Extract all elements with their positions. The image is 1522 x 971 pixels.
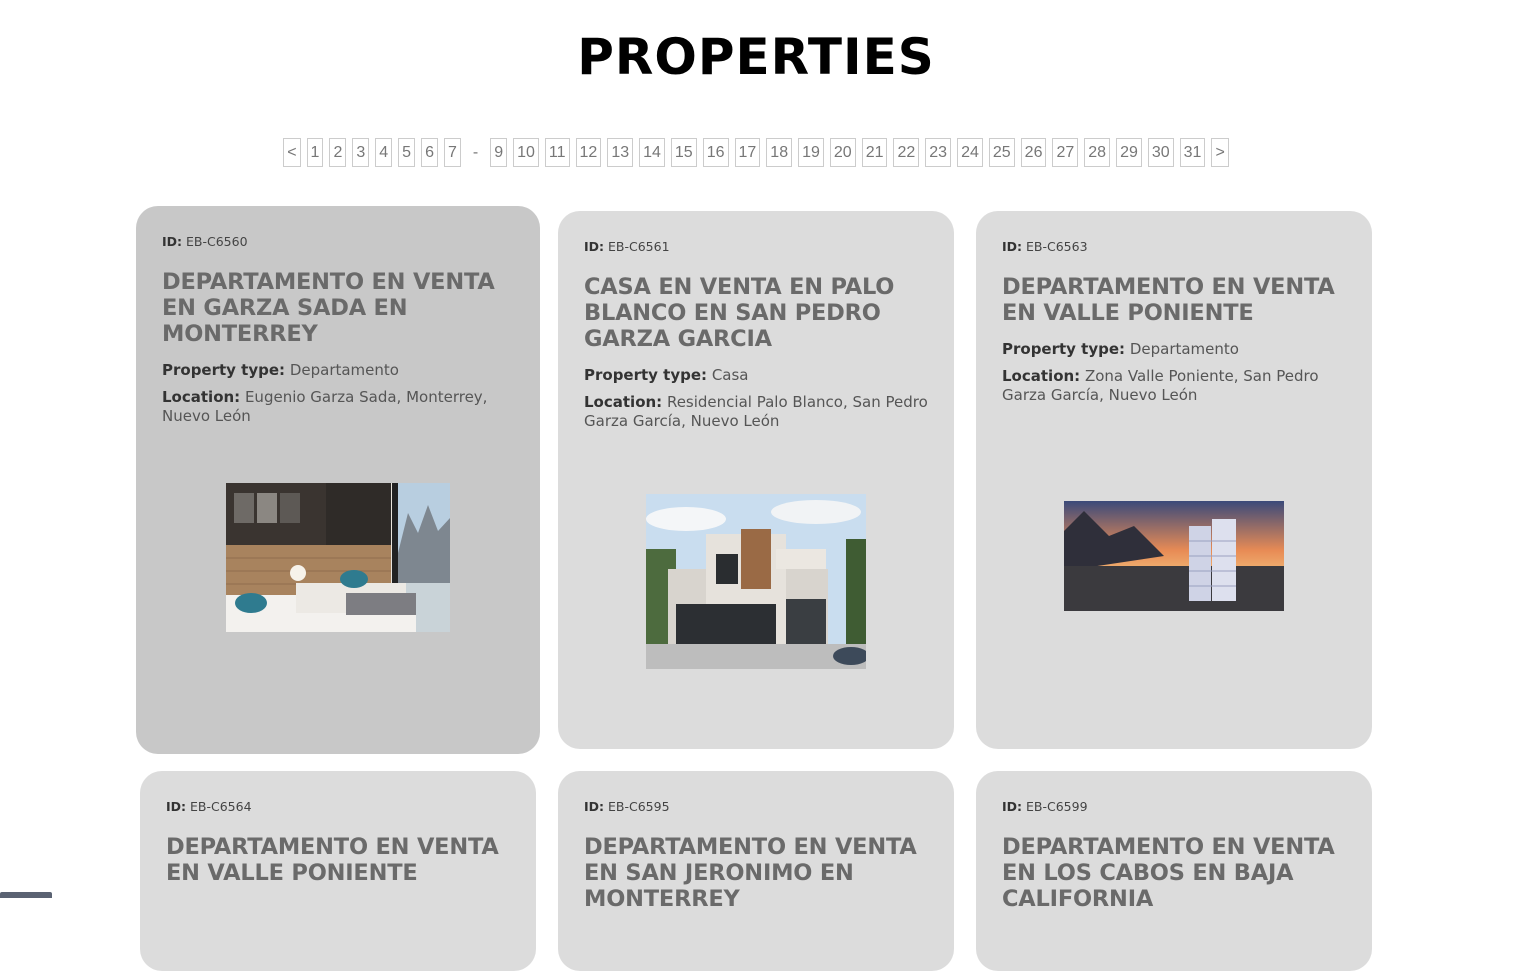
property-location: Location: Zona Valle Poniente, San Pedro… bbox=[1002, 367, 1346, 405]
page-button-9[interactable]: 9 bbox=[490, 138, 508, 167]
id-label: ID: bbox=[584, 239, 605, 254]
page-button-14[interactable]: 14 bbox=[639, 138, 665, 167]
page-button-18[interactable]: 18 bbox=[766, 138, 793, 167]
property-card[interactable]: ID: EB-C6560 DEPARTAMENTO EN VENTA EN GA… bbox=[136, 206, 540, 754]
tower-photo-image bbox=[1064, 501, 1284, 611]
property-id-value: EB-C6595 bbox=[608, 799, 670, 814]
page-button-6[interactable]: 6 bbox=[421, 138, 438, 167]
property-id: ID: EB-C6563 bbox=[1002, 239, 1346, 254]
pagination-separator: - bbox=[472, 143, 479, 161]
page-button-30[interactable]: 30 bbox=[1147, 138, 1174, 167]
page-button-17[interactable]: 17 bbox=[734, 138, 761, 167]
property-title[interactable]: DEPARTAMENTO EN VENTA EN VALLE PONIENTE bbox=[1002, 274, 1346, 326]
chat-widget-tab[interactable] bbox=[0, 892, 52, 898]
property-id: ID: EB-C6599 bbox=[1002, 799, 1346, 814]
page-button-23[interactable]: 23 bbox=[925, 138, 952, 167]
id-label: ID: bbox=[1002, 799, 1023, 814]
page-button-20[interactable]: 20 bbox=[829, 138, 856, 167]
property-type-label: Property type: bbox=[1002, 340, 1126, 358]
property-id: ID: EB-C6595 bbox=[584, 799, 928, 814]
location-label: Location: bbox=[162, 388, 241, 406]
property-type-label: Property type: bbox=[162, 361, 286, 379]
property-type: Property type: Departamento bbox=[1002, 340, 1346, 359]
page-title: PROPERTIES bbox=[577, 28, 935, 86]
property-location: Location: Residencial Palo Blanco, San P… bbox=[584, 393, 928, 431]
page-button-22[interactable]: 22 bbox=[893, 138, 920, 167]
page-button-12[interactable]: 12 bbox=[575, 138, 602, 167]
property-card[interactable]: ID: EB-C6564 DEPARTAMENTO EN VENTA EN VA… bbox=[140, 771, 536, 971]
property-title[interactable]: CASA EN VENTA EN PALO BLANCO EN SAN PEDR… bbox=[584, 274, 928, 352]
property-type-value: Departamento bbox=[1129, 340, 1239, 358]
property-title[interactable]: DEPARTAMENTO EN VENTA EN GARZA SADA EN M… bbox=[162, 269, 514, 347]
page-button-5[interactable]: 5 bbox=[398, 138, 416, 167]
property-title[interactable]: DEPARTAMENTO EN VENTA EN VALLE PONIENTE bbox=[166, 834, 510, 886]
property-photo-bedroom[interactable] bbox=[226, 483, 450, 632]
page-button-19[interactable]: 19 bbox=[798, 138, 824, 167]
page-button-27[interactable]: 27 bbox=[1052, 138, 1079, 167]
page-button-25[interactable]: 25 bbox=[988, 138, 1015, 167]
property-id-value: EB-C6563 bbox=[1026, 239, 1088, 254]
property-id-value: EB-C6560 bbox=[186, 234, 248, 249]
page-button-4[interactable]: 4 bbox=[375, 138, 393, 167]
page-button-3[interactable]: 3 bbox=[352, 138, 370, 167]
bedroom-photo-image bbox=[226, 483, 450, 632]
id-label: ID: bbox=[1002, 239, 1023, 254]
property-card[interactable]: ID: EB-C6563 DEPARTAMENTO EN VENTA EN VA… bbox=[976, 211, 1372, 749]
page-button-13[interactable]: 13 bbox=[607, 138, 634, 167]
house-photo-image bbox=[646, 494, 866, 669]
page-button-15[interactable]: 15 bbox=[670, 138, 697, 167]
id-label: ID: bbox=[162, 234, 183, 249]
page-button-2[interactable]: 2 bbox=[329, 138, 347, 167]
property-photo-house[interactable] bbox=[646, 494, 866, 669]
property-title[interactable]: DEPARTAMENTO EN VENTA EN LOS CABOS EN BA… bbox=[1002, 834, 1346, 912]
pagination: < 1 2 3 4 5 6 7 - 9 10 11 12 13 14 15 16… bbox=[0, 138, 1512, 167]
property-id: ID: EB-C6560 bbox=[162, 234, 514, 249]
page-button-21[interactable]: 21 bbox=[861, 138, 888, 167]
page-button-24[interactable]: 24 bbox=[957, 138, 983, 167]
page-button-28[interactable]: 28 bbox=[1084, 138, 1111, 167]
property-card[interactable]: ID: EB-C6599 DEPARTAMENTO EN VENTA EN LO… bbox=[976, 771, 1372, 971]
page-button-10[interactable]: 10 bbox=[513, 138, 539, 167]
property-id-value: EB-C6561 bbox=[608, 239, 670, 254]
location-label: Location: bbox=[584, 393, 663, 411]
property-card[interactable]: ID: EB-C6561 CASA EN VENTA EN PALO BLANC… bbox=[558, 211, 954, 749]
page-button-29[interactable]: 29 bbox=[1116, 138, 1142, 167]
property-id-value: EB-C6599 bbox=[1026, 799, 1088, 814]
property-id: ID: EB-C6561 bbox=[584, 239, 928, 254]
id-label: ID: bbox=[166, 799, 187, 814]
property-card[interactable]: ID: EB-C6595 DEPARTAMENTO EN VENTA EN SA… bbox=[558, 771, 954, 971]
property-type: Property type: Departamento bbox=[162, 361, 514, 380]
property-location: Location: Eugenio Garza Sada, Monterrey,… bbox=[162, 388, 514, 426]
property-id-value: EB-C6564 bbox=[190, 799, 252, 814]
id-label: ID: bbox=[584, 799, 605, 814]
page-button-31[interactable]: 31 bbox=[1179, 138, 1206, 167]
page-button-26[interactable]: 26 bbox=[1020, 138, 1047, 167]
property-type-label: Property type: bbox=[584, 366, 708, 384]
property-type-value: Casa bbox=[711, 366, 749, 384]
pagination-prev-button[interactable]: < bbox=[283, 138, 301, 167]
page-button-11[interactable]: 11 bbox=[544, 138, 570, 167]
property-id: ID: EB-C6564 bbox=[166, 799, 510, 814]
pagination-next-button[interactable]: > bbox=[1211, 138, 1229, 167]
property-title[interactable]: DEPARTAMENTO EN VENTA EN SAN JERONIMO EN… bbox=[584, 834, 928, 912]
property-type: Property type: Casa bbox=[584, 366, 928, 385]
page-button-1[interactable]: 1 bbox=[306, 138, 324, 167]
location-label: Location: bbox=[1002, 367, 1081, 385]
page-button-7[interactable]: 7 bbox=[443, 138, 461, 167]
property-photo-tower[interactable] bbox=[1064, 501, 1284, 611]
property-type-value: Departamento bbox=[289, 361, 399, 379]
page-button-16[interactable]: 16 bbox=[702, 138, 729, 167]
